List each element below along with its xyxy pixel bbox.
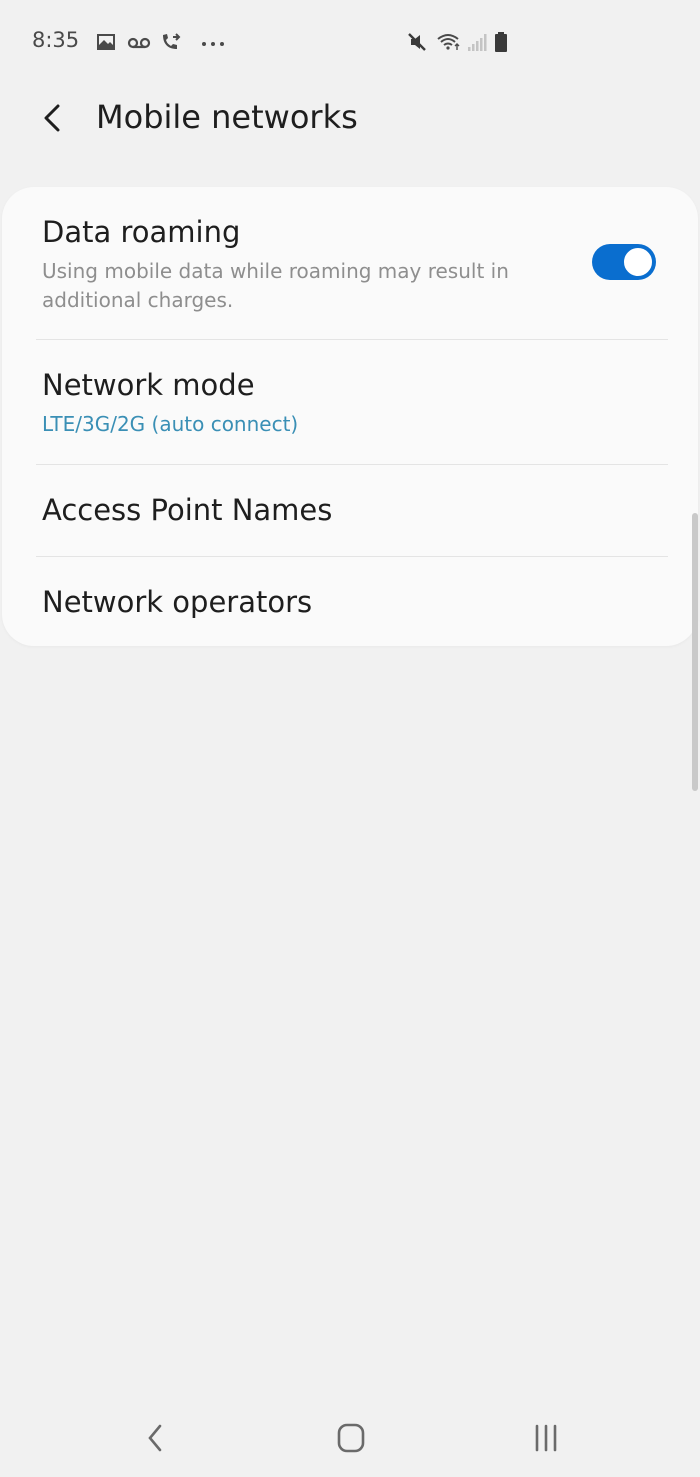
nav-back-button[interactable] — [136, 1420, 176, 1456]
access-point-names-title: Access Point Names — [42, 493, 333, 527]
back-icon — [148, 1424, 162, 1452]
scrollbar[interactable] — [692, 513, 698, 791]
setting-network-mode[interactable]: Network mode LTE/3G/2G (auto connect) — [2, 340, 698, 463]
network-operators-title: Network operators — [42, 585, 313, 619]
home-icon — [337, 1423, 365, 1453]
settings-card: Data roaming Using mobile data while roa… — [2, 187, 698, 646]
network-mode-value: LTE/3G/2G (auto connect) — [42, 412, 299, 436]
status-time: 8:35 — [32, 28, 80, 52]
image-icon — [97, 34, 115, 50]
mute-icon — [408, 33, 426, 51]
status-bar: 8:35 — [0, 24, 700, 60]
recents-icon — [535, 1424, 557, 1452]
setting-data-roaming[interactable]: Data roaming Using mobile data while roa… — [2, 187, 698, 339]
data-roaming-toggle[interactable] — [592, 244, 656, 280]
chevron-left-icon — [44, 104, 60, 132]
signal-icon — [468, 34, 487, 51]
navigation-bar — [0, 1412, 700, 1464]
voicemail-icon — [127, 37, 151, 49]
battery-icon — [495, 32, 507, 52]
nav-recents-button[interactable] — [526, 1420, 566, 1456]
call-forwarding-icon — [163, 33, 181, 49]
setting-network-operators[interactable]: Network operators — [2, 557, 698, 646]
more-notifications-icon — [202, 42, 224, 46]
toggle-knob — [622, 246, 654, 278]
header: Mobile networks — [0, 92, 700, 152]
nav-home-button[interactable] — [331, 1420, 371, 1456]
wifi-icon — [437, 34, 460, 50]
back-button[interactable] — [36, 98, 72, 138]
data-roaming-title: Data roaming — [42, 215, 241, 249]
data-roaming-description: Using mobile data while roaming may resu… — [42, 259, 509, 312]
network-mode-title: Network mode — [42, 368, 255, 402]
setting-access-point-names[interactable]: Access Point Names — [2, 465, 698, 555]
page-title: Mobile networks — [96, 98, 358, 136]
